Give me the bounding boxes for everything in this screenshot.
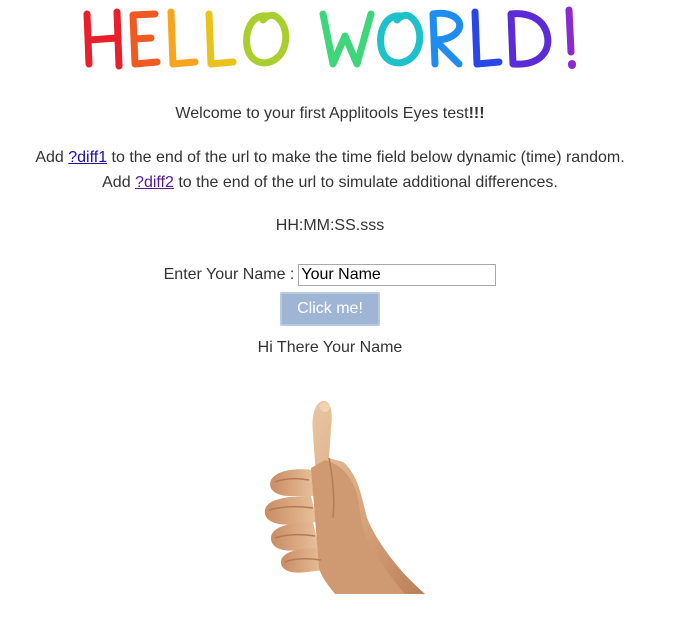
thumbs-up-image (255, 398, 455, 594)
diff1-prefix: Add (35, 149, 69, 166)
page: Welcome to your first Applitools Eyes te… (0, 0, 700, 643)
greeting-text: Hi There Your Name (257, 339, 403, 356)
diff2-suffix: to the end of the url to simulate additi… (173, 174, 558, 191)
diff1-link[interactable]: ?diff1 (68, 149, 107, 166)
name-label: Enter Your Name : (163, 266, 295, 283)
name-form-row: Enter Your Name : (0, 263, 660, 287)
diff1-suffix: to the end of the url to make the time f… (107, 149, 625, 166)
diff1-instruction: Add ?diff1 to the end of the url to make… (0, 148, 660, 168)
hello-world-logo (83, 6, 576, 70)
welcome-message: Welcome to your first Applitools Eyes te… (0, 104, 660, 124)
welcome-emphasis: !!! (468, 105, 485, 122)
name-input[interactable] (298, 264, 497, 286)
diff2-prefix: Add (102, 174, 136, 191)
welcome-text: Welcome to your first Applitools Eyes te… (175, 105, 469, 122)
thumbs-up-icon (264, 400, 425, 594)
diff2-link[interactable]: ?diff2 (135, 174, 174, 191)
time-display: HH:MM:SS.sss (275, 217, 385, 234)
click-me-button[interactable]: Click me! (280, 292, 380, 326)
diff2-instruction: Add ?diff2 to the end of the url to simu… (0, 173, 660, 193)
hello-world-banner (75, 2, 595, 82)
